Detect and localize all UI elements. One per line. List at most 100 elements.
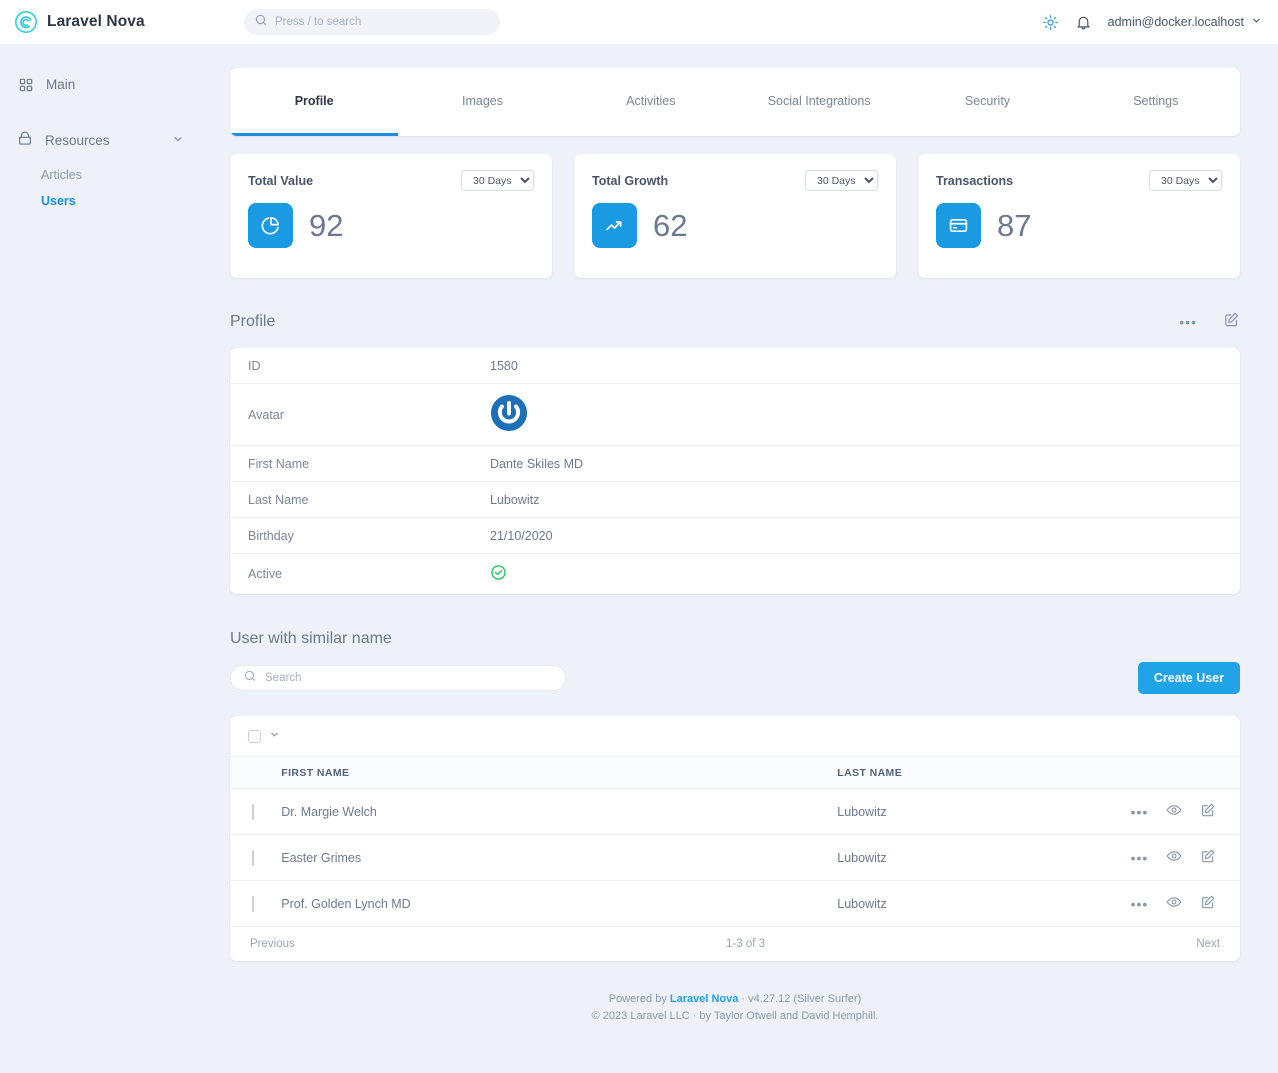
row-checkbox[interactable] <box>252 850 254 866</box>
sidebar-subitems: Articles Users <box>0 162 200 214</box>
edit-icon[interactable] <box>1200 894 1216 913</box>
metric-card-total-growth: Total Growth 30 Days 62 <box>574 154 896 278</box>
brand[interactable]: Laravel Nova <box>14 10 210 34</box>
user-email: admin@docker.localhost <box>1108 15 1244 29</box>
table-row[interactable]: Easter Grimes Lubowitz ••• <box>230 835 1240 881</box>
metric-range-select[interactable]: 30 Days <box>1149 170 1222 191</box>
sidebar: Main Resources Articles Users <box>0 44 200 1073</box>
select-all-checkbox[interactable] <box>248 730 261 743</box>
relation-table-card: FIRST NAME LAST NAME Dr. Margie Welch Lu… <box>230 716 1240 961</box>
row-checkbox-cell <box>230 881 281 927</box>
tab-security[interactable]: Security <box>903 68 1071 136</box>
footer-version: · v4.27.12 (Silver Surfer) <box>738 993 861 1005</box>
footer: Powered by Laravel Nova · v4.27.12 (Silv… <box>230 991 1240 1025</box>
cell-first-name: Prof. Golden Lynch MD <box>281 881 837 927</box>
tab-settings[interactable]: Settings <box>1072 68 1240 136</box>
topbar: Laravel Nova <box>0 0 1278 44</box>
edit-icon[interactable] <box>1200 848 1216 867</box>
sidebar-item-main-label: Main <box>46 77 75 92</box>
detail-row-id: ID 1580 <box>230 348 1240 384</box>
cell-last-name: Lubowitz <box>837 881 1130 927</box>
topbar-actions: admin@docker.localhost <box>1042 14 1262 31</box>
relation-search[interactable] <box>230 665 566 691</box>
metric-title: Total Growth <box>592 170 668 188</box>
row-actions-cell: ••• <box>1131 881 1240 927</box>
sidebar-item-articles[interactable]: Articles <box>0 162 200 188</box>
metric-card-transactions: Transactions 30 Days 87 <box>918 154 1240 278</box>
field-label: ID <box>248 359 490 373</box>
metric-card-total-value: Total Value 30 Days 92 <box>230 154 552 278</box>
brand-name: Laravel Nova <box>47 13 145 31</box>
laravel-nova-link[interactable]: Laravel Nova <box>670 993 738 1005</box>
sidebar-group-resources-toggle[interactable]: Resources <box>0 125 200 156</box>
edit-icon[interactable] <box>1223 311 1240 333</box>
metric-value: 87 <box>997 210 1031 241</box>
chevron-down-icon <box>172 133 184 148</box>
table-row[interactable]: Prof. Golden Lynch MD Lubowitz ••• <box>230 881 1240 927</box>
sidebar-group-resources: Resources Articles Users <box>0 125 200 214</box>
metric-value: 92 <box>309 210 343 241</box>
field-label: Active <box>248 567 490 581</box>
detail-row-birthday: Birthday 21/10/2020 <box>230 518 1240 554</box>
nova-spiral-logo-icon <box>14 10 38 34</box>
metric-range-select[interactable]: 30 Days <box>805 170 878 191</box>
eye-icon[interactable] <box>1166 894 1182 913</box>
create-user-button[interactable]: Create User <box>1138 662 1240 694</box>
tab-images[interactable]: Images <box>398 68 566 136</box>
footer-copyright: © 2023 Laravel LLC · by Taylor Otwell an… <box>230 1008 1240 1025</box>
sidebar-group-resources-label: Resources <box>45 133 110 148</box>
detail-row-avatar: Avatar <box>230 384 1240 446</box>
metric-cards: Total Value 30 Days 92 <box>230 154 1240 278</box>
metric-range-select[interactable]: 30 Days <box>461 170 534 191</box>
row-checkbox-cell <box>230 835 281 881</box>
chevron-down-icon[interactable] <box>269 727 280 745</box>
sidebar-item-users[interactable]: Users <box>0 188 200 214</box>
cell-first-name: Easter Grimes <box>281 835 837 881</box>
app-root: Laravel Nova <box>0 0 1278 1073</box>
metric-title: Total Value <box>248 170 313 188</box>
row-checkbox[interactable] <box>252 804 254 820</box>
table-toolbar <box>230 716 1240 756</box>
global-search-input[interactable] <box>275 16 490 28</box>
main-content: Profile Images Activities Social Integra… <box>200 44 1278 1073</box>
field-value: Dante Skiles MD <box>490 457 583 471</box>
grid-icon <box>17 76 34 93</box>
avatar-image <box>490 394 528 432</box>
field-label: Birthday <box>248 529 490 543</box>
bell-icon[interactable] <box>1075 14 1092 31</box>
metric-value: 62 <box>653 210 687 241</box>
tab-profile[interactable]: Profile <box>230 68 398 136</box>
eye-icon[interactable] <box>1166 848 1182 867</box>
check-circle-icon <box>490 564 507 584</box>
row-actions-cell: ••• <box>1131 835 1240 881</box>
tab-activities[interactable]: Activities <box>567 68 735 136</box>
table-row[interactable]: Dr. Margie Welch Lubowitz ••• <box>230 789 1240 835</box>
avatar <box>490 394 528 435</box>
relation-title: User with similar name <box>230 630 1240 648</box>
pagination: Previous 1-3 of 3 Next <box>230 927 1240 961</box>
detail-row-active: Active <box>230 554 1240 594</box>
field-label: Avatar <box>248 408 490 422</box>
eye-icon[interactable] <box>1166 802 1182 821</box>
sun-icon[interactable] <box>1042 14 1059 31</box>
previous-page-button[interactable]: Previous <box>250 938 295 950</box>
table-header-first-name[interactable]: FIRST NAME <box>281 757 837 789</box>
relation-table: FIRST NAME LAST NAME Dr. Margie Welch Lu… <box>230 756 1240 927</box>
row-checkbox[interactable] <box>252 896 254 912</box>
global-search[interactable] <box>244 9 500 35</box>
pie-chart-icon <box>248 203 293 248</box>
next-page-button[interactable]: Next <box>1196 938 1220 950</box>
table-header-last-name[interactable]: LAST NAME <box>837 757 1130 789</box>
user-menu[interactable]: admin@docker.localhost <box>1108 15 1262 29</box>
field-value: 1580 <box>490 359 518 373</box>
row-actions-cell: ••• <box>1131 789 1240 835</box>
box-icon <box>17 131 33 150</box>
trending-up-icon <box>592 203 637 248</box>
tab-social-integrations[interactable]: Social Integrations <box>735 68 903 136</box>
sidebar-item-main[interactable]: Main <box>0 70 200 99</box>
edit-icon[interactable] <box>1200 802 1216 821</box>
detail-row-last-name: Last Name Lubowitz <box>230 482 1240 518</box>
relation-toolbar: Create User <box>230 662 1240 694</box>
metric-title: Transactions <box>936 170 1013 188</box>
relation-search-input[interactable] <box>265 672 553 684</box>
